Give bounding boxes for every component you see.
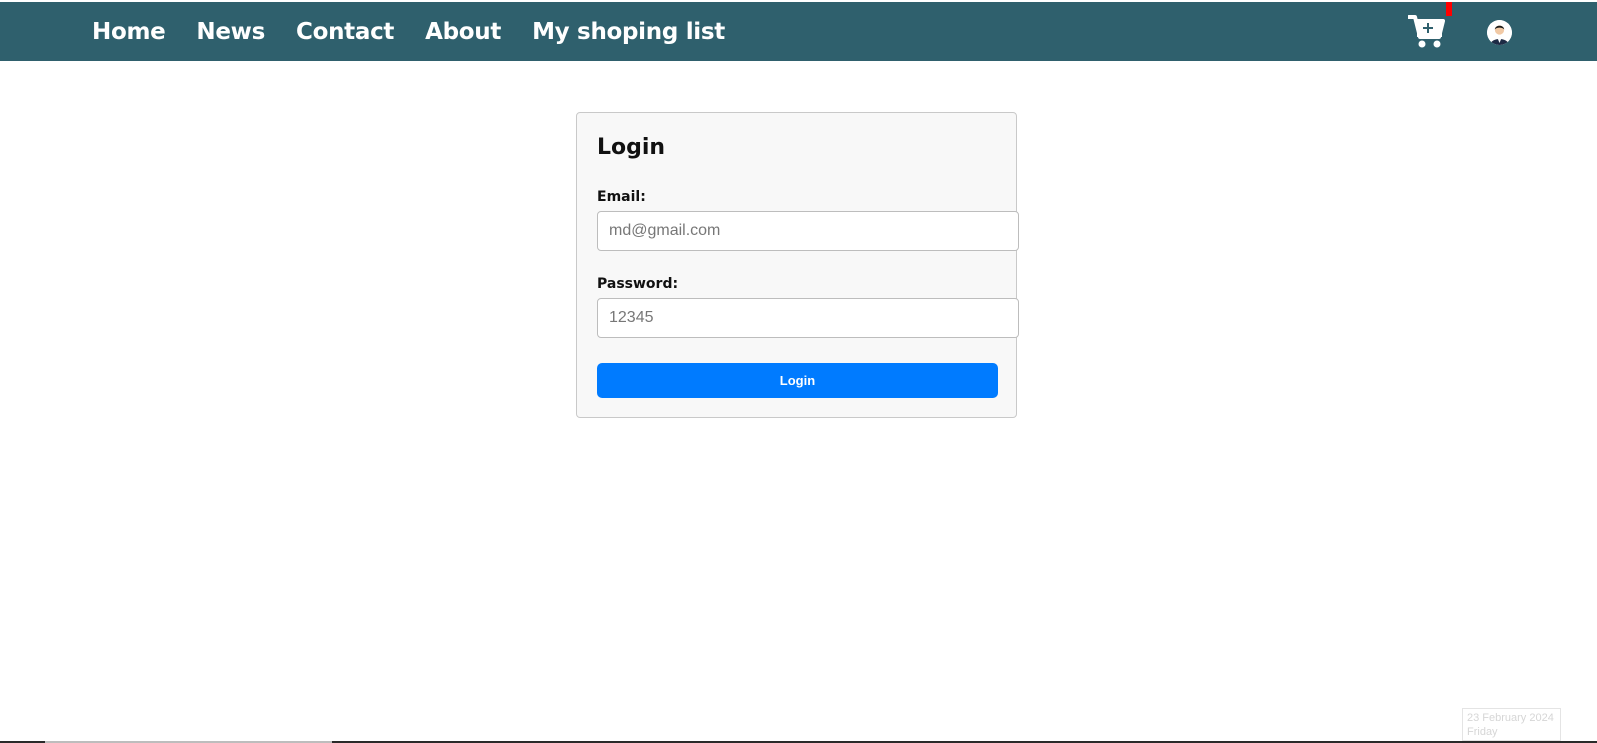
top-navbar: Home News Contact About My shoping list (0, 2, 1597, 61)
email-label: Email: (597, 189, 646, 205)
nav-link-news[interactable]: News (196, 19, 265, 45)
nav-link-home[interactable]: Home (92, 19, 166, 45)
cart-plus-icon[interactable] (1407, 13, 1446, 49)
login-card: Login Email: Password: Login (576, 112, 1019, 418)
user-avatar-icon[interactable] (1487, 20, 1512, 45)
date-widget: 23 February 2024 Friday (1462, 708, 1561, 741)
main-nav: Home News Contact About My shoping list (92, 2, 756, 61)
date-text: 23 February 2024 (1467, 712, 1554, 724)
password-label: Password: (597, 276, 679, 292)
password-field[interactable] (597, 298, 1019, 338)
nav-link-shopping-list[interactable]: My shoping list (532, 19, 725, 45)
cart-badge (1446, 2, 1452, 16)
nav-link-contact[interactable]: Contact (296, 19, 394, 45)
day-text: Friday (1467, 726, 1498, 738)
login-button[interactable]: Login (597, 363, 998, 398)
email-field[interactable] (597, 211, 1019, 251)
login-title: Login (597, 135, 666, 160)
nav-link-about[interactable]: About (425, 19, 501, 45)
